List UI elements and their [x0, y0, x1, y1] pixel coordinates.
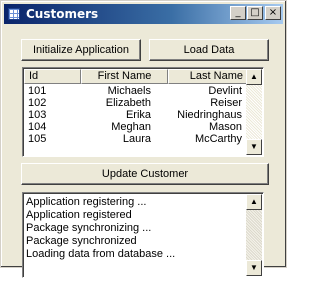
list-item[interactable]: 101 Michaels Devlint: [24, 85, 246, 97]
column-header-id[interactable]: Id: [24, 69, 81, 84]
log-output[interactable]: Application registering ... Application …: [22, 192, 264, 278]
app-icon: [6, 6, 22, 22]
cell-first-name: Elizabeth: [105, 97, 151, 109]
cell-id: 105: [28, 133, 47, 145]
list-item[interactable]: 105 Laura McCarthy: [24, 133, 246, 145]
close-button[interactable]: ×: [265, 6, 281, 20]
cell-first-name: Michaels: [107, 85, 151, 97]
log-line: Package synchronizing ...: [26, 222, 152, 234]
list-rows: 101 Michaels Devlint 102 Elizabeth Reise…: [24, 85, 246, 145]
load-data-button[interactable]: Load Data: [149, 39, 269, 61]
list-item[interactable]: 104 Meghan Mason: [24, 121, 246, 133]
log-line: Application registered: [26, 209, 132, 221]
minimize-button[interactable]: _: [230, 6, 246, 20]
log-line: Application registering ...: [26, 196, 147, 208]
cell-first-name: Meghan: [111, 121, 151, 133]
list-item[interactable]: 102 Elizabeth Reiser: [24, 97, 246, 109]
cell-id: 104: [28, 121, 47, 133]
window-title: Customers: [26, 7, 99, 21]
cell-first-name: Laura: [122, 133, 151, 145]
cell-first-name: Erika: [125, 109, 151, 121]
column-header-last-name[interactable]: Last Name: [168, 69, 248, 84]
cell-last-name: Mason: [208, 121, 242, 133]
scroll-up-icon[interactable]: ▲: [246, 194, 262, 210]
column-header-first-name[interactable]: First Name: [81, 69, 168, 84]
cell-last-name: McCarthy: [194, 133, 242, 145]
update-customer-button[interactable]: Update Customer: [21, 163, 269, 185]
list-item[interactable]: 103 Erika Niedringhaus: [24, 109, 246, 121]
scroll-down-icon[interactable]: ▼: [246, 139, 262, 155]
initialize-application-button[interactable]: Initialize Application: [21, 39, 141, 61]
cell-last-name: Reiser: [210, 97, 242, 109]
scroll-down-icon[interactable]: ▼: [246, 260, 262, 276]
log-line: Package synchronized: [26, 235, 137, 247]
log-line: Loading data from database ...: [26, 248, 176, 260]
customers-window: Customers _ □ × Initialize Application L…: [0, 0, 287, 278]
list-scrollbar[interactable]: ▲ ▼: [246, 69, 262, 155]
cell-last-name: Niedringhaus: [177, 109, 242, 121]
list-header: Id First Name Last Name: [24, 69, 248, 84]
cell-id: 101: [28, 85, 47, 97]
cell-id: 102: [28, 97, 47, 109]
log-scrollbar[interactable]: ▲ ▼: [246, 194, 262, 276]
cell-id: 103: [28, 109, 47, 121]
title-bar[interactable]: Customers _ □ ×: [4, 4, 283, 24]
scroll-up-icon[interactable]: ▲: [246, 69, 262, 85]
maximize-button[interactable]: □: [247, 6, 263, 20]
cell-last-name: Devlint: [208, 85, 242, 97]
customer-list[interactable]: Id First Name Last Name 101 Michaels Dev…: [22, 67, 264, 157]
